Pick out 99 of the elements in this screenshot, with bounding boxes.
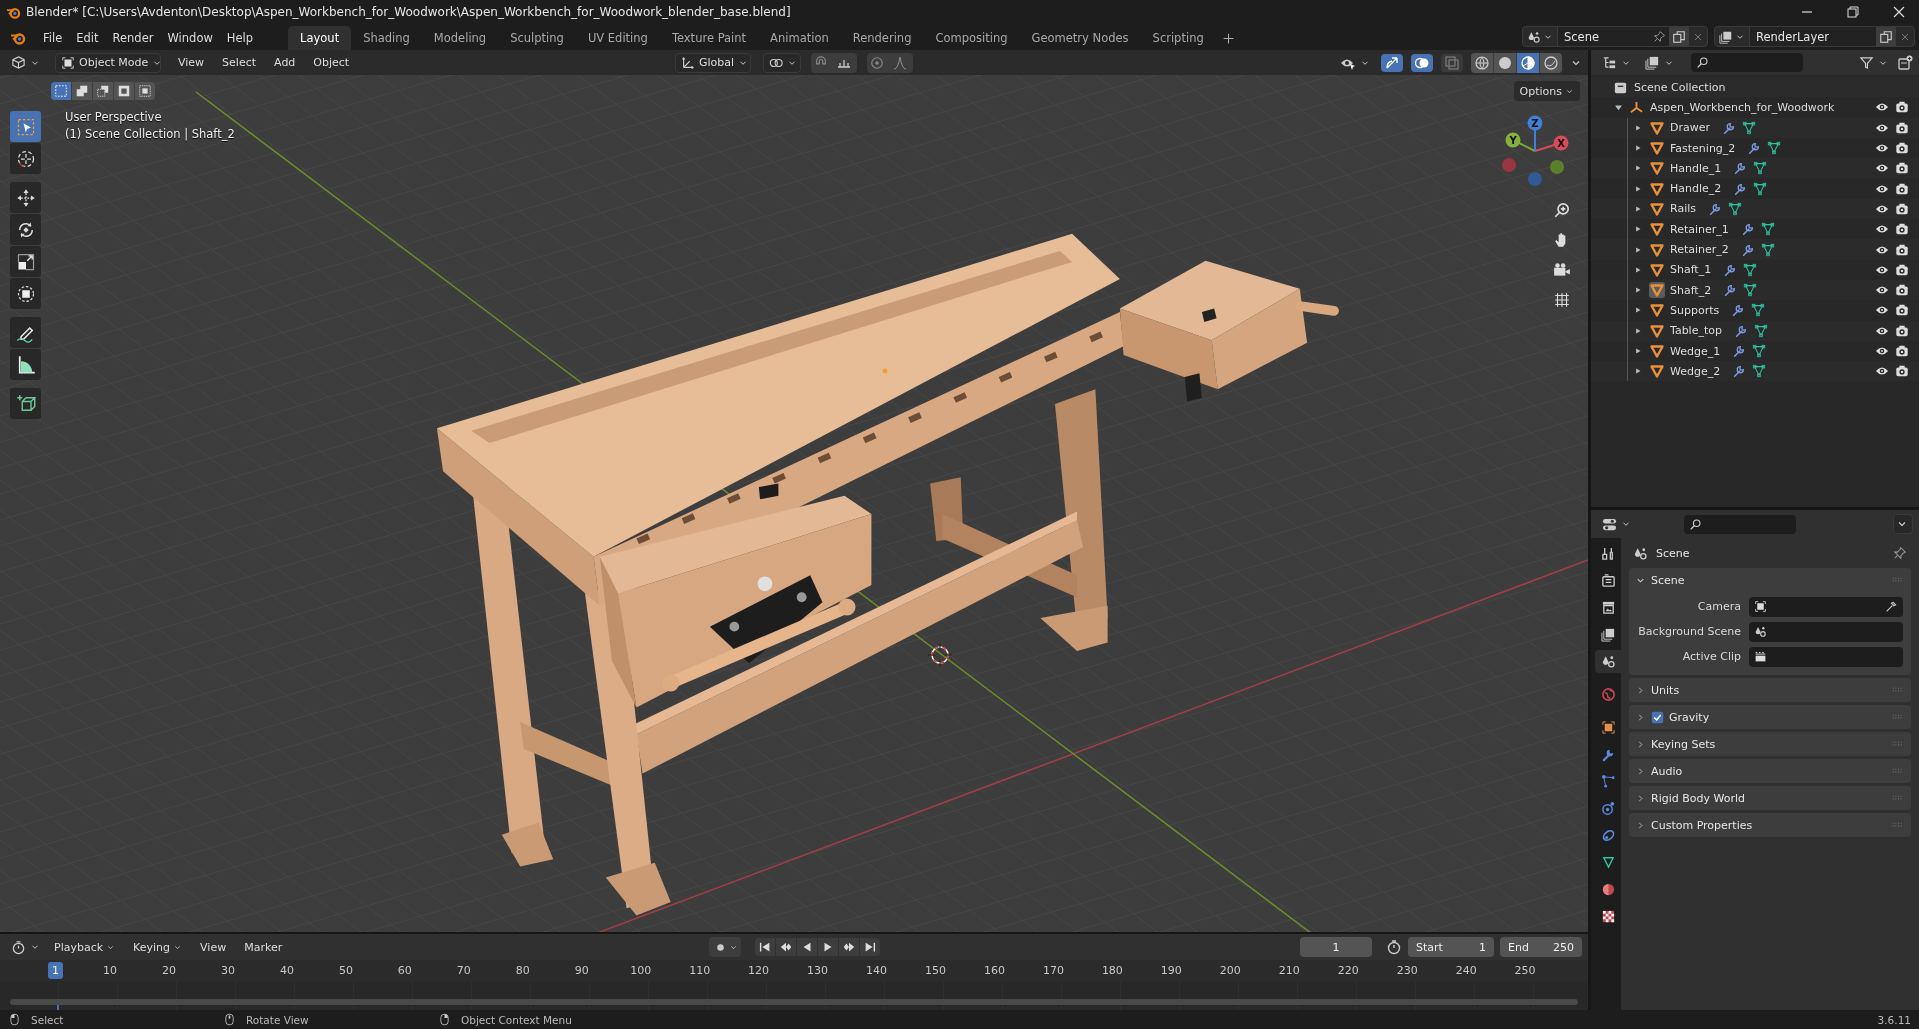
- menu-item[interactable]: View: [193, 937, 234, 957]
- menu-item[interactable]: Render: [105, 28, 161, 48]
- panel-title: Units: [1651, 683, 1680, 697]
- object-name: Wedge_2: [1670, 364, 1721, 378]
- menu-dropdown[interactable]: Keying: [126, 937, 190, 957]
- frame-number: 160: [983, 964, 1005, 977]
- workspace-tab[interactable]: Compositing: [923, 26, 1020, 50]
- menu-item[interactable]: Edit: [69, 28, 106, 48]
- scene-name-field[interactable]: Scene: [1558, 27, 1650, 46]
- window-title: Blender* [C:\Users\Avdenton\Desktop\Aspen_Workbench_for_Woodwork\Aspen_Workbench_for_Woodwork_blender_base.blend]: [26, 5, 791, 19]
- menu-item[interactable]: Add: [267, 52, 303, 73]
- status-hint: Rotate View: [246, 1013, 309, 1026]
- field-label: Active Clip: [1681, 650, 1741, 663]
- end-frame-field[interactable]: End 250: [1500, 937, 1582, 957]
- object-name: Shaft_1: [1670, 263, 1712, 277]
- frame-number: 140: [866, 964, 888, 977]
- workspace-tab[interactable]: Rendering: [840, 26, 924, 50]
- workspace-tab[interactable]: Modeling: [421, 26, 499, 50]
- status-hint: Object Context Menu: [461, 1013, 572, 1026]
- object-name: Handle_1: [1670, 161, 1722, 175]
- outliner-row[interactable]: Aspen_Workbench_for_Woodwork: [1591, 97, 1919, 118]
- field-value: 250: [1553, 940, 1574, 954]
- object-name: Drawer: [1670, 121, 1711, 135]
- frame-number: 200: [1219, 964, 1241, 977]
- frame-number: 210: [1278, 964, 1300, 977]
- workspace-tab[interactable]: Geometry Nodes: [1019, 26, 1141, 50]
- axis-label: Z: [1531, 117, 1539, 129]
- frame-number: 40: [279, 964, 294, 977]
- menu-dropdown[interactable]: Playback: [47, 937, 123, 957]
- collection-name: Scene Collection: [1634, 80, 1726, 94]
- frame-number: 30: [220, 964, 235, 977]
- panel-title: Rigid Body World: [1651, 791, 1745, 805]
- view-name: User Perspective: [65, 109, 163, 126]
- context-label: Scene: [1656, 546, 1690, 560]
- field-label: Background Scene: [1637, 625, 1741, 638]
- workspace-tab[interactable]: Texture Paint: [659, 26, 759, 50]
- frame-number: 90: [574, 964, 589, 977]
- frame-number: 100: [630, 964, 652, 977]
- frame-number: 220: [1337, 964, 1359, 977]
- frame-number: 120: [748, 964, 770, 977]
- workspace-tab[interactable]: Shading: [351, 26, 422, 50]
- start-frame-field[interactable]: Start 1: [1408, 937, 1494, 957]
- object-name: Retainer_1: [1670, 222, 1729, 236]
- field-label: End: [1508, 940, 1529, 954]
- frame-number: 150: [925, 964, 946, 977]
- frame-number: 80: [515, 964, 530, 977]
- workspace-tab[interactable]: Layout: [288, 26, 352, 50]
- menu-item[interactable]: File: [36, 28, 70, 48]
- frame-number: 180: [1101, 964, 1123, 977]
- panel-title: Scene: [1651, 573, 1685, 587]
- field-value: 1: [1479, 940, 1486, 954]
- menu-item[interactable]: View: [171, 52, 212, 73]
- panel-title: Audio: [1651, 764, 1683, 778]
- field-label: Camera: [1696, 600, 1741, 613]
- frame-number: 110: [689, 964, 711, 977]
- object-name: Supports: [1670, 303, 1720, 317]
- version-label: 3.6.11: [1877, 1013, 1911, 1026]
- frame-number: 50: [338, 964, 353, 977]
- panel-title: Custom Properties: [1651, 818, 1753, 832]
- panel-title: Gravity: [1669, 710, 1710, 724]
- frame-number: 250: [1514, 964, 1536, 977]
- view-layer-name-field[interactable]: RenderLayer: [1750, 27, 1876, 46]
- status-hint: Select: [31, 1013, 64, 1026]
- workspace-tab[interactable]: Sculpting: [498, 26, 576, 50]
- menu-item[interactable]: Window: [160, 28, 220, 48]
- mode-dropdown[interactable]: Object Mode: [55, 52, 161, 73]
- workspace-tab[interactable]: UV Editing: [575, 26, 660, 50]
- collection-name: Aspen_Workbench_for_Woodwork: [1650, 100, 1835, 114]
- frame-number: 70: [456, 964, 471, 977]
- object-name: Rails: [1670, 202, 1696, 216]
- frame-number: 230: [1396, 964, 1418, 977]
- object-name: Fastening_2: [1670, 141, 1736, 155]
- frame-number: 20: [162, 964, 176, 977]
- options-dropdown[interactable]: Options: [1513, 81, 1580, 101]
- frame-number: 240: [1455, 964, 1477, 977]
- field-label: Start: [1416, 940, 1443, 954]
- object-name: Wedge_1: [1670, 344, 1721, 358]
- orientation-dropdown[interactable]: Global: [675, 52, 751, 73]
- menu-item[interactable]: Marker: [237, 937, 290, 957]
- workspace-tab[interactable]: Scripting: [1140, 26, 1216, 50]
- workspace-tab[interactable]: Animation: [758, 26, 841, 50]
- scene-context-label: (1) Scene Collection | Shaft_2: [65, 126, 235, 143]
- frame-number: 10: [103, 964, 118, 977]
- object-name: Shaft_2: [1670, 283, 1712, 297]
- panel-title: Keying Sets: [1651, 737, 1716, 751]
- object-name: Table_top: [1670, 324, 1722, 338]
- menu-item[interactable]: Object: [306, 52, 357, 73]
- axis-label: X: [1557, 137, 1565, 149]
- frame-number: 60: [397, 964, 412, 977]
- frame-number: 130: [807, 964, 829, 977]
- axis-label: Y: [1509, 134, 1517, 146]
- frame-number: 170: [1042, 964, 1064, 977]
- object-name: Handle_2: [1670, 182, 1722, 196]
- menu-item[interactable]: Select: [215, 52, 264, 73]
- menu-item[interactable]: Help: [219, 28, 261, 48]
- current-frame-field[interactable]: 1: [1300, 937, 1372, 957]
- object-name: Retainer_2: [1670, 243, 1729, 256]
- playhead[interactable]: 1: [48, 962, 63, 979]
- frame-number: 190: [1160, 964, 1182, 977]
